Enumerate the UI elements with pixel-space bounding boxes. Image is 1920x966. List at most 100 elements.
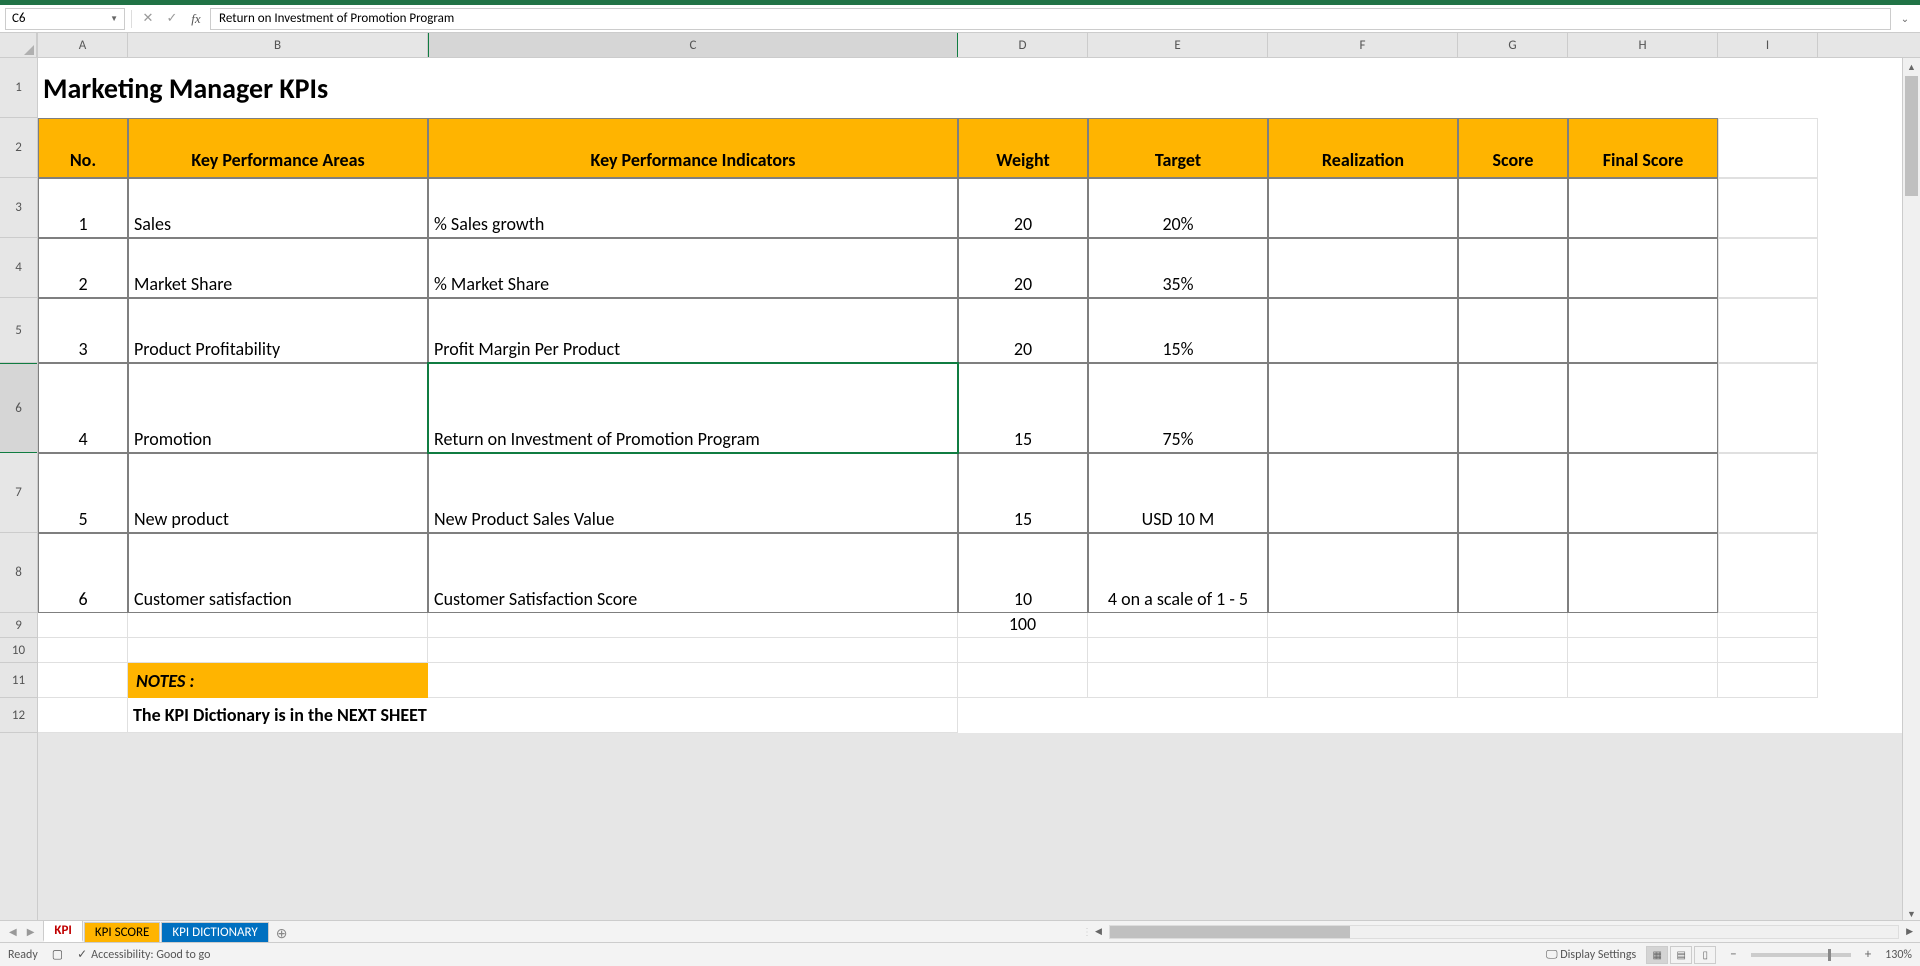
header-final[interactable]: Final Score xyxy=(1568,118,1718,178)
header-target[interactable]: Target xyxy=(1088,118,1268,178)
col-header-A[interactable]: A xyxy=(38,33,128,57)
tab-nav-prev-icon[interactable]: ◀ xyxy=(6,925,20,938)
cell-B12-note-text[interactable]: The KPI Dictionary is in the NEXT SHEET xyxy=(128,698,958,733)
header-realization[interactable]: Realization xyxy=(1268,118,1458,178)
cell-G7[interactable] xyxy=(1458,453,1568,533)
cell-F7[interactable] xyxy=(1268,453,1458,533)
zoom-slider[interactable] xyxy=(1751,953,1851,957)
cell-B9[interactable] xyxy=(128,613,428,638)
cell-E5[interactable]: 15% xyxy=(1088,298,1268,363)
cell-F3[interactable] xyxy=(1268,178,1458,238)
zoom-level[interactable]: 130% xyxy=(1885,948,1912,962)
cell-A3[interactable]: 1 xyxy=(38,178,128,238)
cell-G8[interactable] xyxy=(1458,533,1568,613)
cell-D5[interactable]: 20 xyxy=(958,298,1088,363)
cell-G11[interactable] xyxy=(1458,663,1568,698)
cell-C10[interactable] xyxy=(428,638,958,663)
cell-G6[interactable] xyxy=(1458,363,1568,453)
cell-F11[interactable] xyxy=(1268,663,1458,698)
cell-D7[interactable]: 15 xyxy=(958,453,1088,533)
cell-E6[interactable]: 75% xyxy=(1088,363,1268,453)
cell-B3[interactable]: Sales xyxy=(128,178,428,238)
view-page-layout-icon[interactable]: ▤ xyxy=(1670,946,1692,964)
cell-F4[interactable] xyxy=(1268,238,1458,298)
tab-nav-next-icon[interactable]: ▶ xyxy=(24,925,38,938)
select-all-corner[interactable] xyxy=(0,33,37,58)
cell-B11-notes[interactable]: NOTES : xyxy=(128,663,428,698)
accessibility-status[interactable]: ✓ Accessibility: Good to go xyxy=(77,947,210,962)
cell-E11[interactable] xyxy=(1088,663,1268,698)
formula-input[interactable]: Return on Investment of Promotion Progra… xyxy=(210,8,1891,30)
cell-D11[interactable] xyxy=(958,663,1088,698)
col-header-I[interactable]: I xyxy=(1718,33,1818,57)
cell-H7[interactable] xyxy=(1568,453,1718,533)
cell-I3[interactable] xyxy=(1718,178,1818,238)
zoom-out-icon[interactable]: − xyxy=(1726,947,1740,962)
cell-F8[interactable] xyxy=(1268,533,1458,613)
cell-A1[interactable]: Marketing Manager KPIs xyxy=(38,58,958,118)
cell-D10[interactable] xyxy=(958,638,1088,663)
header-weight[interactable]: Weight xyxy=(958,118,1088,178)
cell-I6[interactable] xyxy=(1718,363,1818,453)
cell-I10[interactable] xyxy=(1718,638,1818,663)
vscroll-thumb[interactable] xyxy=(1905,76,1918,196)
cell-C5[interactable]: Profit Margin Per Product xyxy=(428,298,958,363)
cell-B4[interactable]: Market Share xyxy=(128,238,428,298)
cell-C4[interactable]: % Market Share xyxy=(428,238,958,298)
row-header-11[interactable]: 11 xyxy=(0,663,37,698)
cell-A8[interactable]: 6 xyxy=(38,533,128,613)
fx-icon[interactable]: fx xyxy=(186,9,206,29)
cell-A7[interactable]: 5 xyxy=(38,453,128,533)
cell-B8[interactable]: Customer satisfaction xyxy=(128,533,428,613)
row-header-6[interactable]: 6 xyxy=(0,363,37,453)
cell-D9[interactable]: 100 xyxy=(958,613,1088,638)
cell-I4[interactable] xyxy=(1718,238,1818,298)
cell-H3[interactable] xyxy=(1568,178,1718,238)
col-header-G[interactable]: G xyxy=(1458,33,1568,57)
hscroll-divider[interactable]: ⋮ xyxy=(1082,921,1092,942)
view-normal-icon[interactable]: ▦ xyxy=(1646,946,1668,964)
cell-E7[interactable]: USD 10 M xyxy=(1088,453,1268,533)
hscroll-track[interactable] xyxy=(1109,925,1899,939)
cell-C6[interactable]: Return on Investment of Promotion Progra… xyxy=(428,363,958,453)
cell-I9[interactable] xyxy=(1718,613,1818,638)
cell-B10[interactable] xyxy=(128,638,428,663)
header-no[interactable]: No. xyxy=(38,118,128,178)
row-header-1[interactable]: 1 xyxy=(0,58,37,118)
cell-D3[interactable]: 20 xyxy=(958,178,1088,238)
cell-H4[interactable] xyxy=(1568,238,1718,298)
cell-A12[interactable] xyxy=(38,698,128,733)
cell-H10[interactable] xyxy=(1568,638,1718,663)
cell-E4[interactable]: 35% xyxy=(1088,238,1268,298)
cell-A5[interactable]: 3 xyxy=(38,298,128,363)
cell-I2[interactable] xyxy=(1718,118,1818,178)
cell-G4[interactable] xyxy=(1458,238,1568,298)
macro-record-icon[interactable]: ▢ xyxy=(52,947,63,962)
cell-A10[interactable] xyxy=(38,638,128,663)
cell-G5[interactable] xyxy=(1458,298,1568,363)
scroll-left-icon[interactable]: ◀ xyxy=(1092,926,1105,937)
cell-C8[interactable]: Customer Satisfaction Score xyxy=(428,533,958,613)
header-kpi[interactable]: Key Performance Indicators xyxy=(428,118,958,178)
row-header-5[interactable]: 5 xyxy=(0,298,37,363)
cell-B7[interactable]: New product xyxy=(128,453,428,533)
scroll-right-icon[interactable]: ▶ xyxy=(1903,926,1916,937)
cell-F6[interactable] xyxy=(1268,363,1458,453)
cell-C7[interactable]: New Product Sales Value xyxy=(428,453,958,533)
zoom-in-icon[interactable]: + xyxy=(1861,947,1875,962)
col-header-B[interactable]: B xyxy=(128,33,428,57)
cell-A9[interactable] xyxy=(38,613,128,638)
cell-I7[interactable] xyxy=(1718,453,1818,533)
col-header-H[interactable]: H xyxy=(1568,33,1718,57)
col-header-E[interactable]: E xyxy=(1088,33,1268,57)
cell-C11[interactable] xyxy=(428,663,958,698)
formula-bar-expand-icon[interactable]: ⌄ xyxy=(1895,12,1915,25)
cell-A6[interactable]: 4 xyxy=(38,363,128,453)
row-header-8[interactable]: 8 xyxy=(0,533,37,613)
cancel-icon[interactable]: ✕ xyxy=(138,9,158,29)
row-header-9[interactable]: 9 xyxy=(0,613,37,638)
cell-E9[interactable] xyxy=(1088,613,1268,638)
cell-B6[interactable]: Promotion xyxy=(128,363,428,453)
cell-E3[interactable]: 20% xyxy=(1088,178,1268,238)
cell-C3[interactable]: % Sales growth xyxy=(428,178,958,238)
